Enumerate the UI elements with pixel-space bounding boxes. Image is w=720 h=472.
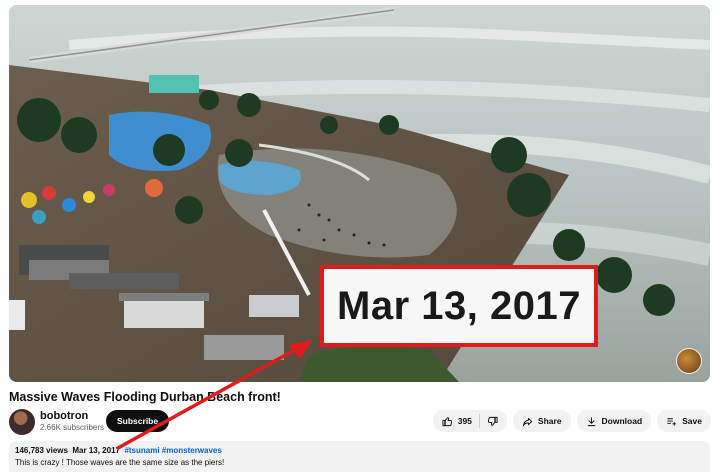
thumbs-down-icon[interactable] — [487, 416, 498, 427]
subscriber-count: 2.66K subscribers — [40, 423, 105, 432]
date-highlight-box: Mar 13, 2017 — [320, 265, 598, 347]
hashtag-link[interactable]: #monsterwaves — [162, 446, 222, 455]
download-label: Download — [601, 416, 643, 426]
action-bar: 395 Share Download Save — [432, 410, 711, 432]
description-text: This is crazy ! Those waves are the same… — [15, 458, 225, 467]
video-title: Massive Waves Flooding Durban Beach fron… — [9, 390, 281, 404]
download-icon — [587, 416, 595, 426]
like-count[interactable]: 395 — [458, 416, 472, 426]
save-playlist-icon — [667, 417, 677, 426]
view-count: 146,783 views — [15, 446, 68, 455]
subscribe-button[interactable]: Subscribe — [106, 410, 170, 432]
save-label: Save — [682, 416, 702, 426]
video-player[interactable]: Mar 13, 2017 — [9, 5, 710, 382]
channel-watermark[interactable] — [676, 348, 702, 374]
channel-avatar[interactable] — [9, 409, 35, 435]
share-label: Share — [537, 416, 562, 426]
hashtag-link[interactable]: #tsunami — [124, 446, 159, 455]
share-icon — [522, 417, 532, 426]
channel-name[interactable]: bobotron — [40, 410, 88, 422]
upload-date: Mar 13, 2017 — [72, 446, 120, 455]
description-meta: 146,783 views Mar 13, 2017 #tsunami #mon… — [15, 446, 222, 455]
thumbs-up-icon[interactable] — [442, 416, 453, 427]
description-box[interactable]: 146,783 views Mar 13, 2017 #tsunami #mon… — [9, 441, 710, 472]
download-button[interactable]: Download — [576, 410, 652, 432]
share-button[interactable]: Share — [512, 410, 571, 432]
like-dislike-group: 395 — [432, 410, 507, 432]
highlighted-date: Mar 13, 2017 — [337, 283, 581, 328]
like-divider — [478, 414, 480, 428]
save-button[interactable]: Save — [657, 410, 711, 432]
